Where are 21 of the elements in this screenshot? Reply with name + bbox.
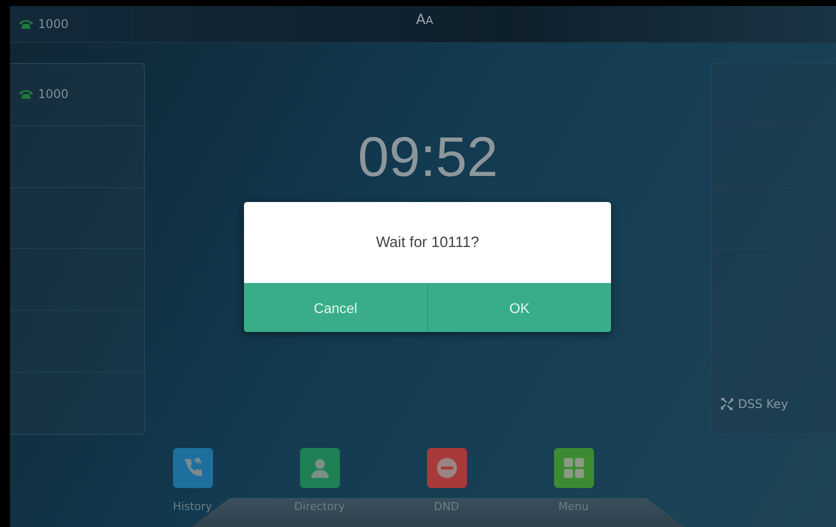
empty-key[interactable]	[10, 311, 144, 374]
phone-icon	[18, 88, 34, 100]
dock-button[interactable]: Directory	[280, 448, 360, 527]
dock-button[interactable]: Menu	[534, 448, 614, 527]
dss-key[interactable]: DSS Key	[712, 373, 836, 434]
expand-icon	[720, 396, 734, 411]
account-label: 1000	[38, 17, 69, 31]
empty-key[interactable]	[10, 126, 144, 188]
empty-key[interactable]	[10, 373, 144, 434]
phone-icon	[18, 18, 34, 30]
clock-time: 09:52	[358, 129, 498, 185]
dialog-message: Wait for 10111?	[244, 202, 611, 283]
minus-circle-icon	[434, 456, 458, 480]
empty-key[interactable]	[10, 249, 144, 312]
grid-icon	[562, 456, 586, 480]
dock-button[interactable]: DND	[406, 448, 486, 527]
font-size-icon[interactable]: AA	[416, 12, 434, 28]
dock-button[interactable]: History	[152, 448, 232, 527]
line-key[interactable]: 1000	[10, 64, 144, 126]
dialog-button[interactable]: OK	[427, 283, 611, 332]
empty-key[interactable]	[10, 188, 144, 250]
